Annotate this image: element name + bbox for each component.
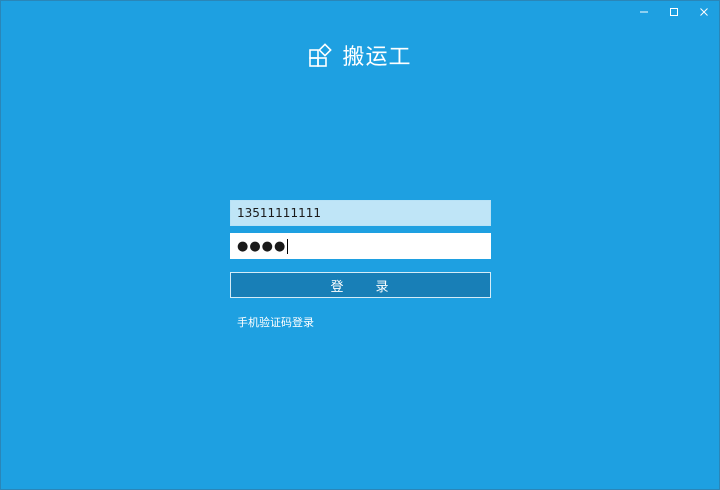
- close-icon: [700, 8, 708, 16]
- logo-icon: [309, 43, 333, 67]
- phone-value: 13511111111: [237, 206, 321, 220]
- maximize-button[interactable]: [659, 1, 689, 23]
- minimize-button[interactable]: [629, 1, 659, 23]
- brand-header: 搬运工: [1, 39, 719, 71]
- close-button[interactable]: [689, 1, 719, 23]
- maximize-icon: [670, 8, 678, 16]
- sms-login-link[interactable]: 手机验证码登录: [237, 314, 491, 330]
- login-window: 搬运工 13511111111 ●●●● 登 录 手机验证码登录: [0, 0, 720, 490]
- password-mask: ●●●●: [237, 238, 287, 254]
- app-title: 搬运工: [342, 45, 412, 70]
- text-caret: [287, 238, 289, 254]
- login-button[interactable]: 登 录: [230, 272, 491, 298]
- login-button-label: 登 录: [330, 279, 391, 295]
- password-input[interactable]: ●●●●: [230, 233, 491, 259]
- login-form: 13511111111 ●●●● 登 录 手机验证码登录: [230, 200, 491, 330]
- brand: 搬运工: [308, 39, 411, 71]
- minimize-icon: [640, 11, 648, 13]
- phone-input[interactable]: 13511111111: [230, 200, 491, 226]
- window-controls: [629, 1, 719, 23]
